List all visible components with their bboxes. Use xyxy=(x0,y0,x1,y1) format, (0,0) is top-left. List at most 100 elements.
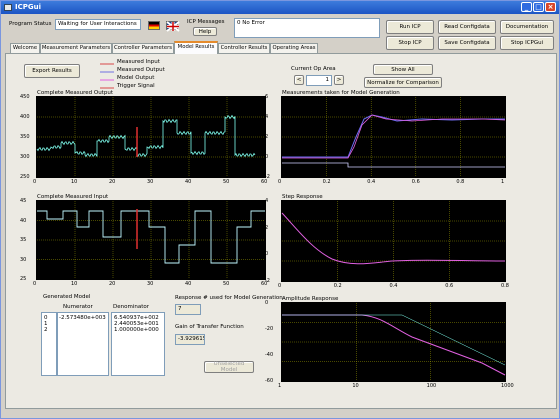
icpgui-window: ICPGui _ □ × Program Status Waiting for … xyxy=(0,0,560,419)
x-tick-label: 30 xyxy=(147,179,154,185)
show-all-button[interactable]: Show All xyxy=(373,64,433,75)
tab-measurement-parameters[interactable]: Measurement Parameters xyxy=(40,43,112,53)
y-tick-label: 2 xyxy=(265,224,269,231)
read-configdata-button[interactable]: Read Configdata xyxy=(438,20,496,34)
uk-flag-icon[interactable] xyxy=(166,21,180,32)
gain-label: Gain of Transfer Function xyxy=(175,324,244,330)
stop-icpgui-button[interactable]: Stop ICPGui xyxy=(500,36,554,50)
x-tick-label: 100 xyxy=(426,383,437,389)
measured-output-series xyxy=(282,114,505,158)
x-tick-label: 40 xyxy=(185,281,192,287)
response-number-label: Response # used for Model Generation xyxy=(175,295,283,301)
y-tick-label: -20 xyxy=(265,326,274,332)
y-tick-label: 0 xyxy=(265,251,269,258)
y-tick-label: -40 xyxy=(265,352,274,358)
german-flag-icon[interactable] xyxy=(148,21,160,30)
trigger-series xyxy=(282,162,505,168)
legend-trigger-signal: Trigger Signal xyxy=(117,83,155,89)
unselected-model-button[interactable]: Unselected Model xyxy=(204,361,254,373)
x-tick-label: 0.8 xyxy=(456,179,465,185)
prev-op-area-button[interactable]: < xyxy=(294,75,304,85)
y-tick-label: 350 xyxy=(20,134,30,140)
x-tick-label: 50 xyxy=(223,281,230,287)
x-tick-label: 0 xyxy=(33,179,37,185)
error-message-field: 0 No Error xyxy=(234,18,380,38)
measured-output-series xyxy=(36,114,256,158)
legend-measured-input: Measured Input xyxy=(117,59,160,65)
tab-controller-results[interactable]: Controller Results xyxy=(218,43,270,53)
amplitude-plot[interactable] xyxy=(281,302,506,382)
step-response-curve xyxy=(281,212,506,265)
current-op-area-label: Current Op Area xyxy=(291,66,336,72)
help-button[interactable]: Help xyxy=(193,27,217,36)
step-response-plot[interactable] xyxy=(281,200,506,282)
legend-model-output: Model Output xyxy=(117,75,155,81)
x-tick-label: 20 xyxy=(109,281,116,287)
run-icp-button[interactable]: Run ICP xyxy=(386,20,434,34)
model-row-index: 2 xyxy=(44,327,48,333)
y-tick-label: 45 xyxy=(20,198,27,204)
x-tick-label: 50 xyxy=(223,179,230,185)
op-area-field[interactable]: 1 xyxy=(306,75,332,86)
x-tick-label: 1 xyxy=(501,179,505,185)
legend-measured-output: Measured Output xyxy=(117,67,165,73)
tab-operating-areas[interactable]: Operating Areas xyxy=(270,43,318,53)
y-tick-label: -2 xyxy=(265,174,270,180)
x-tick-label: 0 xyxy=(278,179,282,185)
x-tick-label: 10 xyxy=(71,281,78,287)
x-tick-label: 30 xyxy=(147,281,154,287)
y-tick-label: 4 xyxy=(265,198,269,204)
x-tick-label: 0.8 xyxy=(501,283,509,289)
program-status-label: Program Status xyxy=(9,21,52,27)
normalize-button[interactable]: Normalize for Comparison xyxy=(364,77,442,88)
y-tick-label: 250 xyxy=(20,174,30,180)
y-tick-label: 2 xyxy=(265,134,269,140)
save-configdata-button[interactable]: Save Configdata xyxy=(438,36,496,50)
x-tick-label: 0.6 xyxy=(411,179,420,185)
x-tick-label: 10 xyxy=(352,383,359,389)
x-tick-label: 0.2 xyxy=(333,283,342,289)
minimize-icon[interactable]: _ xyxy=(521,2,532,12)
x-tick-label: 0.4 xyxy=(389,283,398,289)
title-bar[interactable]: ICPGui _ □ × xyxy=(1,1,559,14)
export-results-button[interactable]: Export Results xyxy=(24,64,80,78)
model-output-series xyxy=(282,114,506,159)
y-tick-label: 40 xyxy=(20,217,27,224)
amplitude-response-curve xyxy=(282,314,506,376)
numerator-value: -2.573480e+003 xyxy=(59,315,106,321)
x-tick-label: 0 xyxy=(278,283,282,289)
documentation-button[interactable]: Documentation xyxy=(500,20,554,34)
x-tick-label: 0.6 xyxy=(445,283,454,289)
x-tick-label: 1000 xyxy=(501,383,514,389)
close-icon[interactable]: × xyxy=(545,2,556,12)
numerator-label: Numerator xyxy=(63,304,93,310)
x-tick-label: 0 xyxy=(33,281,37,287)
output-plot[interactable] xyxy=(36,96,266,178)
x-tick-label: 0.4 xyxy=(367,179,376,185)
x-tick-label: 40 xyxy=(185,179,192,185)
y-tick-label: 300 xyxy=(20,154,30,160)
tab-model-results[interactable]: Model Results xyxy=(174,41,218,54)
y-tick-label: 6 xyxy=(265,94,269,100)
x-tick-label: 0.2 xyxy=(322,179,331,185)
asymptote-line xyxy=(282,314,506,366)
measurements-plot[interactable] xyxy=(281,96,506,178)
input-plot[interactable] xyxy=(36,200,266,280)
gain-field: -3.929615 xyxy=(175,334,205,345)
y-tick-label: 25 xyxy=(20,276,27,282)
y-tick-label: 30 xyxy=(20,256,27,263)
y-tick-label: 35 xyxy=(20,237,27,243)
y-tick-label: 400 xyxy=(20,114,30,120)
tab-welcome[interactable]: Welcome xyxy=(10,43,40,53)
y-tick-label: 450 xyxy=(20,94,30,100)
y-tick-label: -60 xyxy=(265,378,274,384)
generated-model-label: Generated Model xyxy=(43,294,91,300)
numerator-list[interactable] xyxy=(57,312,109,376)
next-op-area-button[interactable]: > xyxy=(334,75,344,85)
response-number-field: 7 xyxy=(175,304,201,315)
icp-messages-label: ICP Messages xyxy=(187,19,225,25)
maximize-icon[interactable]: □ xyxy=(533,2,544,12)
x-tick-label: 20 xyxy=(109,179,116,185)
tab-controller-parameters[interactable]: Controller Parameters xyxy=(112,43,174,53)
stop-icp-button[interactable]: Stop ICP xyxy=(386,36,434,50)
